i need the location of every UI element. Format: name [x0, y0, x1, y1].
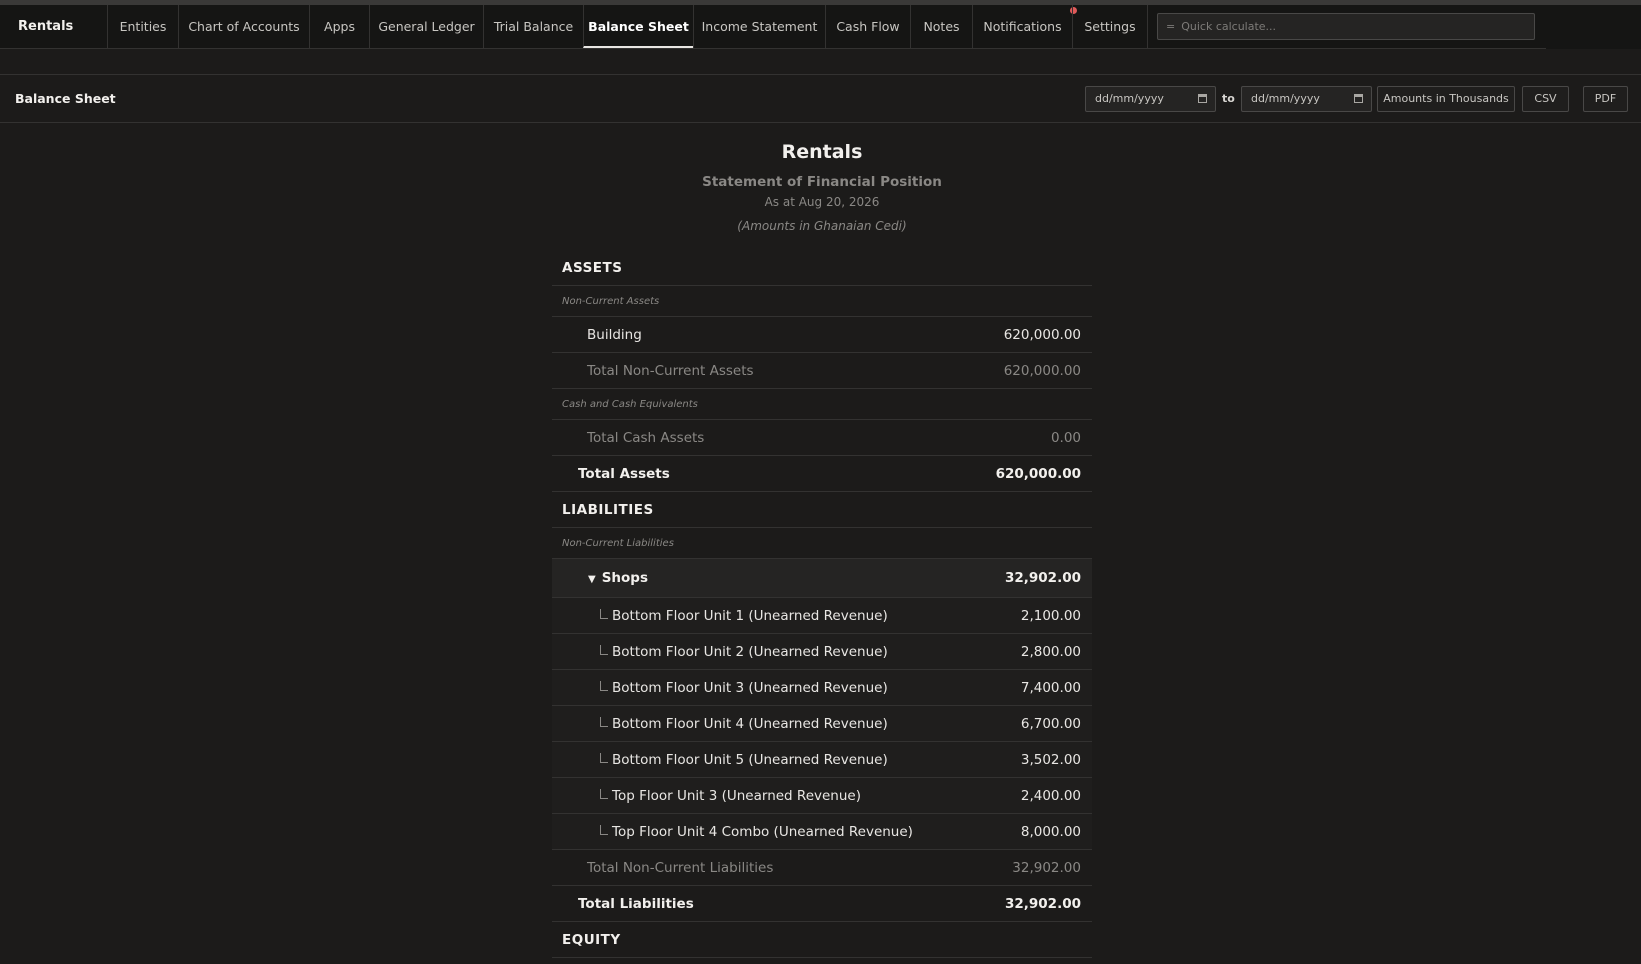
account-row-building[interactable]: Building 620,000.00 — [552, 317, 1092, 353]
group-row-shops[interactable]: ▼ Shops 32,902.00 — [552, 559, 1092, 598]
subtotal-non-current-assets: Total Non-Current Assets 620,000.00 — [552, 353, 1092, 389]
tree-branch-icon — [600, 645, 608, 655]
report-company: Rentals — [781, 141, 863, 163]
tab-general-ledger[interactable]: General Ledger — [369, 5, 483, 48]
account-amount: 2,400.00 — [1020, 788, 1081, 804]
account-amount: 3,502.00 — [1020, 752, 1081, 768]
tree-branch-icon — [600, 753, 608, 763]
account-amount: 6,700.00 — [1020, 716, 1081, 732]
tab-apps[interactable]: Apps — [309, 5, 369, 48]
section-heading-label: LIABILITIES — [562, 502, 654, 518]
collapse-triangle-icon[interactable]: ▼ — [588, 574, 596, 585]
child-account-row[interactable]: Bottom Floor Unit 3 (Unearned Revenue) 7,… — [552, 670, 1092, 706]
tab-notes[interactable]: Notes — [910, 5, 972, 48]
subsection-cash-equivalents: Cash and Cash Equivalents — [552, 389, 1092, 420]
quick-calculate-input[interactable] — [1181, 20, 1522, 33]
subtotal-label: Total Cash Assets — [587, 430, 705, 446]
date-range-to-label: to — [1222, 92, 1235, 105]
child-account-row[interactable]: Bottom Floor Unit 4 (Unearned Revenue) 6,… — [552, 706, 1092, 742]
tab-chart-of-accounts[interactable]: Chart of Accounts — [178, 5, 309, 48]
tab-trial-balance[interactable]: Trial Balance — [483, 5, 583, 48]
total-assets-row: Total Assets 620,000.00 — [552, 456, 1092, 492]
tab-settings[interactable]: Settings — [1072, 5, 1148, 48]
calendar-icon[interactable] — [1354, 94, 1363, 103]
account-amount: 620,000.00 — [1003, 327, 1081, 343]
calendar-icon[interactable] — [1198, 94, 1207, 103]
date-from-value: dd/mm/yyyy — [1095, 92, 1164, 105]
child-account-row[interactable]: Bottom Floor Unit 2 (Unearned Revenue) 2,… — [552, 634, 1092, 670]
subtotal-label: Total Non-Current Liabilities — [587, 860, 774, 876]
tree-branch-icon — [600, 825, 608, 835]
subtotal-amount: 0.00 — [1050, 430, 1081, 446]
total-amount: 32,902.00 — [1004, 896, 1081, 912]
account-amount: 8,000.00 — [1020, 824, 1081, 840]
amounts-in-thousands-button[interactable]: Amounts in Thousands — [1377, 86, 1515, 112]
app-brand[interactable]: Rentals — [18, 5, 73, 48]
subsection-label: Non-Current Assets — [562, 296, 660, 307]
csv-export-button[interactable]: CSV — [1522, 86, 1569, 112]
nav-tabs: Entities Chart of Accounts Apps General Led… — [107, 5, 1148, 48]
tree-branch-icon — [600, 609, 608, 619]
child-account-row[interactable]: Top Floor Unit 4 Combo (Unearned Revenue… — [552, 814, 1092, 850]
report-rows: ASSETS Non-Current Assets Building 620,0… — [552, 250, 1092, 958]
child-account-row[interactable]: Bottom Floor Unit 1 (Unearned Revenue) 2,… — [552, 598, 1092, 634]
report-title: Statement of Financial Position — [702, 174, 942, 190]
tab-entities[interactable]: Entities — [107, 5, 178, 48]
date-from-input[interactable]: dd/mm/yyyy — [1085, 86, 1216, 112]
tab-balance-sheet[interactable]: Balance Sheet — [583, 5, 693, 48]
subsection-label: Cash and Cash Equivalents — [562, 399, 698, 410]
account-label: Bottom Floor Unit 4 (Unearned Revenue) — [612, 716, 888, 732]
subtotal-label: Total Non-Current Assets — [587, 363, 754, 379]
account-label: Top Floor Unit 3 (Unearned Revenue) — [612, 788, 861, 804]
tree-branch-icon — [600, 681, 608, 691]
subsection-non-current-liabilities: Non-Current Liabilities — [552, 528, 1092, 559]
section-heading-label: EQUITY — [562, 932, 621, 948]
date-to-input[interactable]: dd/mm/yyyy — [1241, 86, 1372, 112]
toolbar-title: Balance Sheet — [15, 91, 116, 106]
total-label: Total Assets — [578, 466, 670, 482]
total-amount: 620,000.00 — [995, 466, 1081, 482]
child-account-row[interactable]: Bottom Floor Unit 5 (Unearned Revenue) 3,… — [552, 742, 1092, 778]
tab-cash-flow[interactable]: Cash Flow — [825, 5, 910, 48]
tab-income-statement[interactable]: Income Statement — [693, 5, 825, 48]
total-liabilities-row: Total Liabilities 32,902.00 — [552, 886, 1092, 922]
report-date: As at Aug 20, 2026 — [764, 195, 880, 209]
subtotal-non-current-liabilities: Total Non-Current Liabilities 32,902.00 — [552, 850, 1092, 886]
account-amount: 7,400.00 — [1020, 680, 1081, 696]
report-toolbar: Balance Sheet dd/mm/yyyy to dd/mm/yyyy A… — [0, 74, 1641, 123]
subtotal-amount: 620,000.00 — [1003, 363, 1081, 379]
nav-bar: Rentals Entities Chart of Accounts Apps Gen… — [0, 5, 1546, 49]
group-amount: 32,902.00 — [1004, 570, 1081, 586]
date-to-value: dd/mm/yyyy — [1251, 92, 1320, 105]
section-heading-equity: EQUITY — [552, 922, 1092, 958]
section-heading-label: ASSETS — [562, 260, 623, 276]
account-amount: 2,100.00 — [1020, 608, 1081, 624]
subtotal-cash-assets: Total Cash Assets 0.00 — [552, 420, 1092, 456]
subtotal-amount: 32,902.00 — [1012, 860, 1081, 876]
top-navigation: Rentals Entities Chart of Accounts Apps Gen… — [0, 5, 1641, 49]
report-currency-note: (Amounts in Ghanaian Cedi) — [737, 219, 907, 233]
tree-branch-icon — [600, 717, 608, 727]
equals-icon: = — [1166, 20, 1176, 33]
subsection-non-current-assets: Non-Current Assets — [552, 286, 1092, 317]
total-label: Total Liabilities — [578, 896, 694, 912]
child-account-row[interactable]: Top Floor Unit 3 (Unearned Revenue) 2,400… — [552, 778, 1092, 814]
group-label: Shops — [601, 570, 649, 586]
tab-notifications[interactable]: Notifications — [972, 5, 1077, 48]
account-label: Bottom Floor Unit 1 (Unearned Revenue) — [612, 608, 888, 624]
account-label: Bottom Floor Unit 3 (Unearned Revenue) — [612, 680, 888, 696]
account-amount: 2,800.00 — [1020, 644, 1081, 660]
section-heading-liabilities: LIABILITIES — [552, 492, 1092, 528]
account-label: Bottom Floor Unit 2 (Unearned Revenue) — [612, 644, 888, 660]
group-children: Bottom Floor Unit 1 (Unearned Revenue) 2,… — [552, 598, 1092, 850]
tree-branch-icon — [600, 789, 608, 799]
pdf-export-button[interactable]: PDF — [1583, 86, 1628, 112]
account-label: Top Floor Unit 4 Combo (Unearned Revenue… — [612, 824, 913, 840]
account-label: Bottom Floor Unit 5 (Unearned Revenue) — [612, 752, 888, 768]
quick-calculate[interactable]: = — [1157, 13, 1535, 40]
subsection-label: Non-Current Liabilities — [562, 538, 674, 549]
section-heading-assets: ASSETS — [552, 250, 1092, 286]
account-label: Building — [587, 327, 642, 343]
